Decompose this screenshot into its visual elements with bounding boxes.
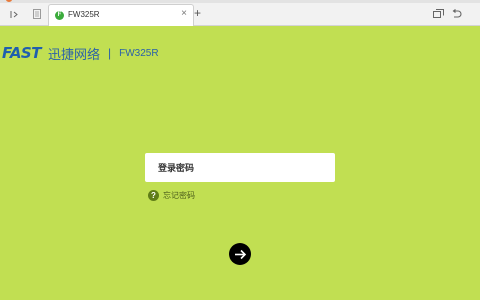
tab-title: FW325R (68, 10, 100, 19)
question-icon: ? (148, 190, 159, 201)
browser-toolbar: F FW325R × + (0, 0, 480, 26)
document-icon[interactable] (31, 8, 43, 20)
browser-logo-icon (6, 0, 12, 2)
sidebar-toggle-icon[interactable] (8, 8, 20, 20)
password-input[interactable]: 登录密码 (145, 153, 335, 182)
undo-icon[interactable] (450, 8, 462, 20)
password-placeholder: 登录密码 (158, 163, 195, 173)
model-name: FW325R (119, 47, 159, 59)
brand-separator: | (107, 46, 112, 60)
forgot-password-label: 忘记密码 (163, 191, 195, 200)
forgot-password-link[interactable]: ? 忘记密码 (148, 190, 195, 201)
login-submit-button[interactable] (229, 243, 251, 265)
new-tab-icon[interactable]: + (194, 7, 201, 19)
window-top-strip (0, 0, 480, 3)
fast-logo: FAST (2, 44, 41, 62)
tab-close-icon[interactable]: × (181, 8, 187, 19)
brand-header: FAST 迅捷网络 | FW325R (0, 44, 159, 62)
favicon-icon: F (55, 11, 64, 20)
tab-router-login[interactable]: F FW325R × (48, 4, 194, 26)
restore-tabs-icon[interactable] (432, 8, 444, 20)
arrow-right-icon (234, 249, 246, 259)
brand-name: 迅捷网络 (47, 46, 100, 62)
